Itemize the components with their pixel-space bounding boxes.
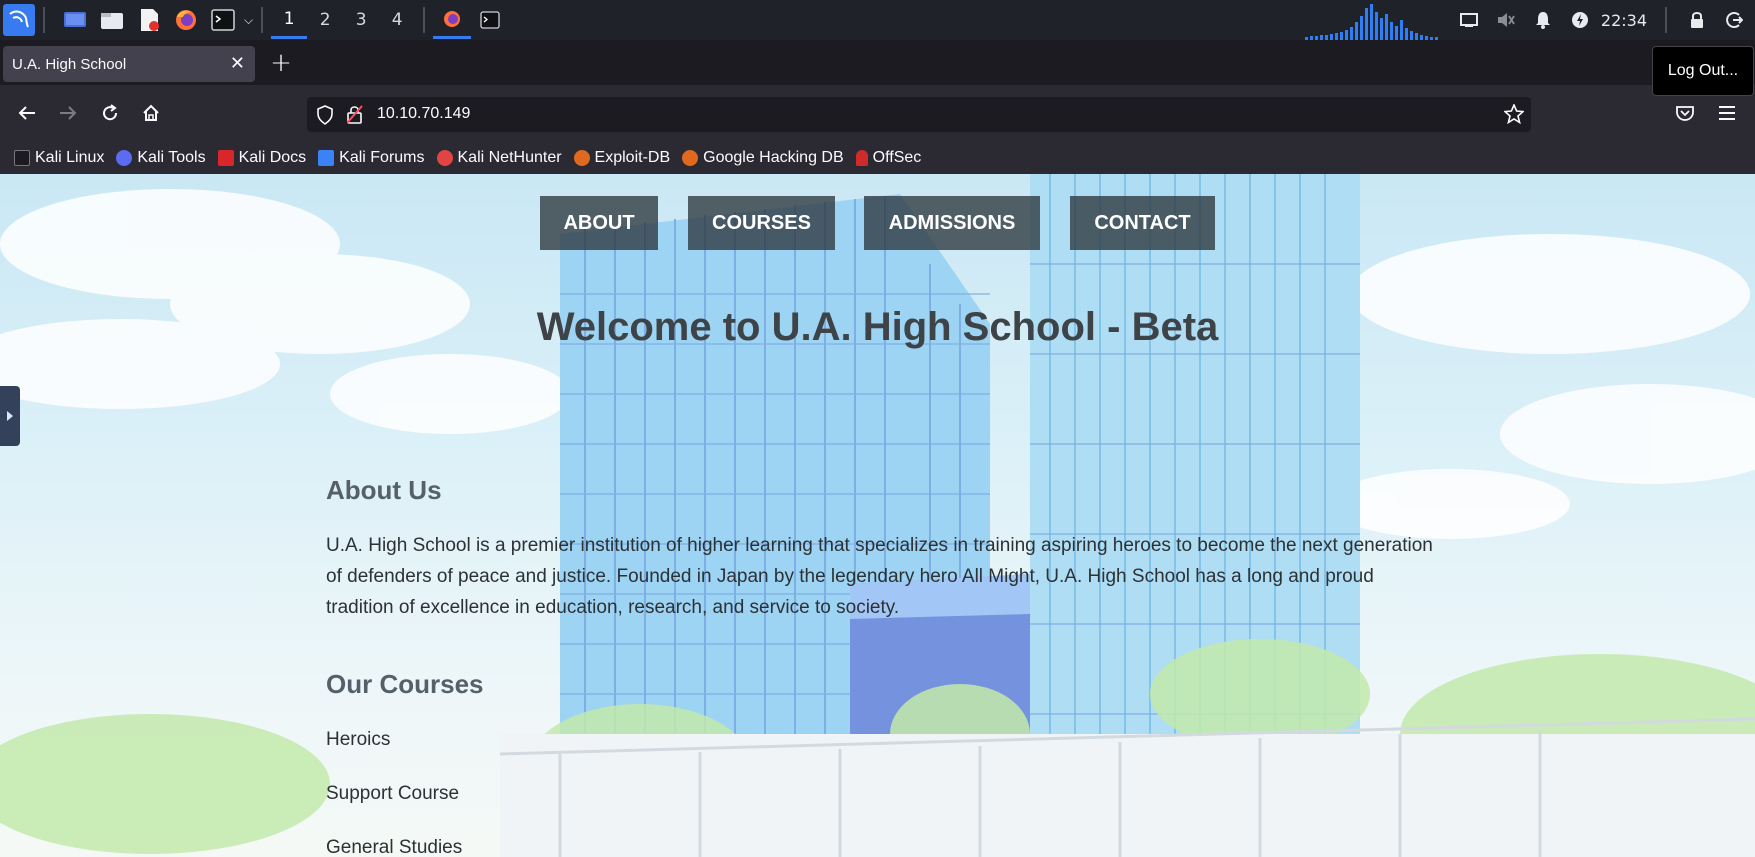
bookmark-label: Kali NetHunter [457, 149, 562, 166]
tab-ua-high-school[interactable]: U.A. High School ✕ [3, 46, 255, 82]
chevron-down-icon[interactable]: ⌵ [244, 13, 253, 28]
forward-button[interactable] [52, 97, 84, 129]
exploit-db-icon [573, 150, 590, 166]
bookmark-kali-linux[interactable]: Kali Linux [14, 149, 104, 167]
kali-forums-icon [318, 150, 335, 166]
kali-tools-icon [116, 150, 133, 166]
expand-arrow-icon [7, 411, 13, 421]
reload-button[interactable] [94, 97, 126, 129]
page-viewport: ABOUT COURSES ADMISSIONS CONTACT Welcome… [0, 174, 1755, 857]
url-bar[interactable]: 10.10.70.149 [307, 97, 1531, 132]
page-overlay [0, 174, 1755, 857]
bookmark-exploit-db[interactable]: Exploit-DB [573, 149, 671, 167]
bookmark-label: Kali Docs [238, 149, 307, 166]
taskbar-separator [43, 7, 45, 33]
terminal-icon[interactable] [208, 5, 238, 35]
home-button[interactable] [135, 97, 167, 129]
bookmark-kali-docs[interactable]: Kali Docs [217, 149, 307, 167]
offsec-icon [855, 150, 868, 166]
workspace-3[interactable]: 3 [343, 1, 379, 39]
site-nav: ABOUT COURSES ADMISSIONS CONTACT [0, 196, 1755, 250]
taskbar-separator [261, 7, 264, 33]
volume-muted-icon[interactable] [1491, 5, 1521, 35]
browser-navbar: 10.10.70.149 [0, 85, 1755, 142]
url-text[interactable]: 10.10.70.149 [377, 105, 470, 123]
course-item: Heroics [326, 729, 391, 750]
logout-tooltip: Log Out... [1652, 46, 1754, 96]
bookmark-star-icon[interactable] [1503, 102, 1525, 128]
bookmark-kali-tools[interactable]: Kali Tools [116, 149, 206, 167]
nav-contact-button[interactable]: CONTACT [1070, 196, 1215, 250]
ghdb-icon [682, 150, 699, 166]
nethunter-icon [436, 150, 453, 166]
workspace-2[interactable]: 2 [307, 1, 343, 39]
new-tab-button[interactable]: + [266, 48, 296, 78]
nav-courses-button[interactable]: COURSES [688, 196, 835, 250]
bookmark-label: Kali Linux [35, 149, 105, 166]
taskbar-separator [1665, 7, 1667, 33]
about-paragraph: U.A. High School is a premier institutio… [326, 535, 1433, 618]
notification-bell-icon[interactable] [1528, 5, 1558, 35]
bookmark-label: Google Hacking DB [703, 149, 844, 166]
lock-screen-icon[interactable] [1682, 5, 1712, 35]
logout-icon[interactable] [1719, 5, 1749, 35]
back-button[interactable] [11, 97, 43, 129]
text-editor-icon[interactable] [134, 5, 164, 35]
nav-admissions-button[interactable]: ADMISSIONS [864, 196, 1040, 250]
firefox-icon[interactable] [171, 5, 201, 35]
kali-dragon-icon [14, 150, 30, 166]
bookmark-offsec[interactable]: OffSec [855, 149, 922, 167]
close-icon[interactable]: ✕ [230, 53, 245, 74]
hamburger-menu-icon[interactable] [1711, 97, 1743, 129]
bookmarks-toolbar: Kali Linux Kali Tools Kali Docs Kali For… [0, 142, 1755, 174]
shield-icon[interactable] [316, 105, 334, 129]
nav-about-button[interactable]: ABOUT [540, 196, 658, 250]
bookmark-kali-nethunter[interactable]: Kali NetHunter [436, 149, 562, 167]
tab-title: U.A. High School [12, 55, 127, 73]
bookmark-google-hacking-db[interactable]: Google Hacking DB [682, 149, 844, 167]
file-manager-icon[interactable] [97, 5, 127, 35]
firefox-window-button[interactable] [433, 1, 472, 39]
workspace-1[interactable]: 1 [271, 1, 308, 39]
power-manager-icon[interactable] [1565, 5, 1595, 35]
bookmark-label: Kali Tools [137, 149, 206, 166]
desktop-icon[interactable] [60, 5, 90, 35]
workspace-4[interactable]: 4 [379, 1, 415, 39]
page-title: Welcome to U.A. High School - Beta [536, 305, 1219, 349]
course-item: Support Course [326, 783, 460, 804]
bookmark-label: Exploit-DB [594, 149, 671, 166]
bookmark-kali-forums[interactable]: Kali Forums [318, 149, 425, 167]
terminal-window-button[interactable] [471, 1, 509, 39]
courses-heading: Our Courses [326, 669, 484, 699]
taskbar-separator [423, 7, 426, 33]
audio-visualizer-icon [1305, 4, 1438, 40]
screen-icon[interactable] [1454, 5, 1484, 35]
sidebar-toggle-handle[interactable] [0, 386, 20, 446]
bookmark-label: Kali Forums [339, 149, 425, 166]
clock: 22:34 [1600, 10, 1647, 30]
course-item: General Studies [326, 837, 463, 857]
bookmark-label: OffSec [872, 149, 922, 166]
insecure-lock-icon[interactable] [346, 105, 363, 128]
kali-menu-icon[interactable] [3, 4, 35, 36]
kali-docs-icon [217, 150, 234, 166]
pocket-icon[interactable] [1669, 97, 1701, 129]
browser-tab-strip: U.A. High School ✕ + [0, 40, 1755, 85]
about-heading: About Us [326, 475, 442, 505]
taskbar: ⌵ 1 2 3 4 22:34 [0, 0, 1755, 40]
